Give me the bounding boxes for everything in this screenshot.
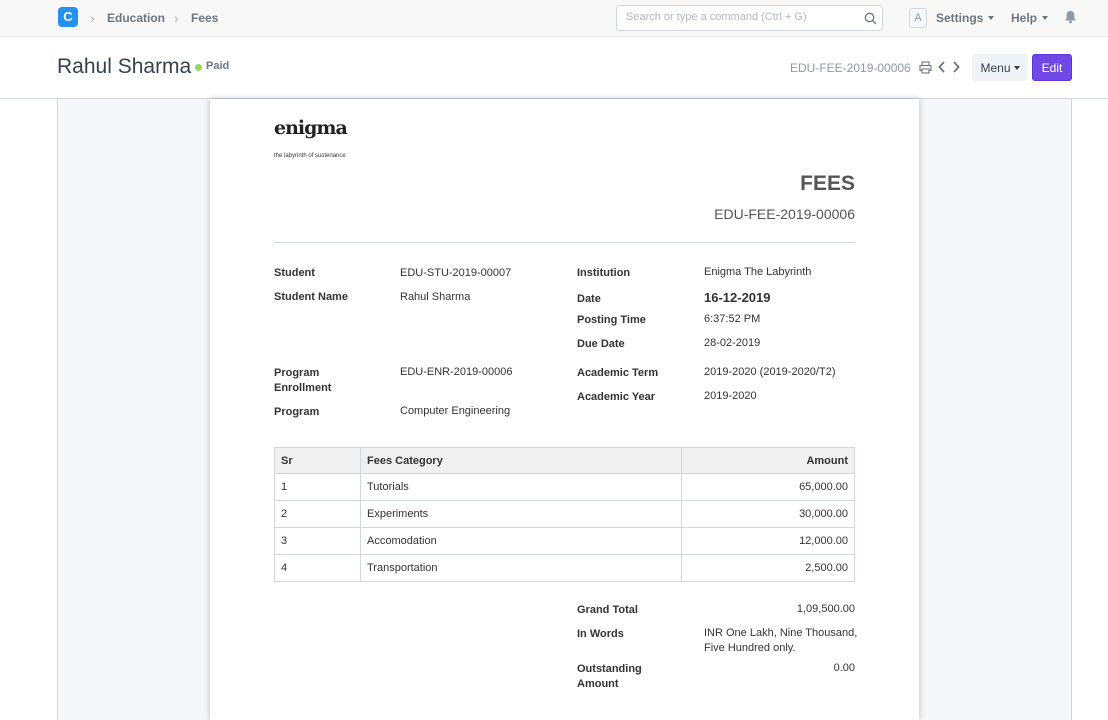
outstanding-amount-value: 0.00 <box>833 662 855 674</box>
due-date-value: 28-02-2019 <box>704 337 761 349</box>
program-value: Computer Engineering <box>400 405 511 417</box>
print-icon[interactable] <box>919 61 932 74</box>
settings-dropdown[interactable]: Settings <box>936 11 995 25</box>
student-name-value: Rahul Sharma <box>400 291 471 303</box>
document-number: EDU-FEE-2019-00006 <box>714 206 855 222</box>
program-enrollment-label-line1: Program <box>274 367 320 379</box>
grand-total-value: 1,09,500.00 <box>796 603 855 615</box>
table-row: 1 Tutorials 65,000.00 <box>274 473 855 501</box>
table-header-row: Sr Fees Category Amount <box>274 447 855 474</box>
search-icon[interactable] <box>864 12 877 25</box>
academic-year-label: Academic Year <box>577 391 656 403</box>
academic-term-label: Academic Term <box>577 367 659 379</box>
column-header-fees-category: Fees Category <box>360 447 682 474</box>
cell-amount: 65,000.00 <box>681 473 855 501</box>
cell-fees-category: Transportation <box>360 554 682 582</box>
institution-value: Enigma The Labyrinth <box>704 266 812 278</box>
settings-label: Settings <box>936 11 984 25</box>
help-label: Help <box>1011 11 1038 25</box>
breadcrumb-separator-icon: › <box>90 10 95 26</box>
page-head: Rahul Sharma Paid EDU-FEE-2019-00006 Men… <box>0 37 1108 99</box>
student-label: Student <box>274 267 315 279</box>
chevron-right-icon[interactable] <box>951 60 961 74</box>
fees-table: Sr Fees Category Amount 1 Tutorials 65,0… <box>274 447 855 582</box>
document-heading: FEES <box>800 172 855 195</box>
cell-sr: 1 <box>274 473 361 501</box>
outstanding-label-line2: Amount <box>577 678 619 690</box>
table-row: 3 Accomodation 12,000.00 <box>274 527 855 555</box>
date-label: Date <box>577 293 601 305</box>
grand-total-label: Grand Total <box>577 604 638 616</box>
top-navbar: C › Education › Fees A Settings Help <box>0 0 1108 37</box>
edit-button[interactable]: Edit <box>1032 54 1072 81</box>
academic-term-value: 2019-2020 (2019-2020/T2) <box>704 366 836 378</box>
institution-label: Institution <box>577 267 631 279</box>
chevron-down-icon <box>988 16 995 20</box>
in-words-line1: INR One Lakh, Nine Thousand, <box>704 627 858 639</box>
column-header-amount: Amount <box>681 447 855 474</box>
print-sheet: enigma the labyrinth of sustenance FEES … <box>210 99 919 720</box>
status-indicator-icon <box>195 64 202 71</box>
date-value: 16-12-2019 <box>704 290 771 305</box>
breadcrumb-education[interactable]: Education <box>107 11 165 25</box>
company-logo: enigma <box>274 117 348 139</box>
outstanding-amount-label: Outstanding Amount <box>577 662 642 692</box>
menu-button[interactable]: Menu <box>972 54 1028 81</box>
cell-sr: 3 <box>274 527 361 555</box>
cell-amount: 12,000.00 <box>681 527 855 555</box>
cell-fees-category: Tutorials <box>360 473 682 501</box>
user-avatar[interactable]: A <box>909 8 927 28</box>
chevron-down-icon <box>1042 16 1049 20</box>
menu-button-label: Menu <box>980 60 1011 75</box>
program-enrollment-label: Program Enrollment <box>274 366 331 396</box>
in-words-line2: Five Hundred only. <box>704 642 796 654</box>
cell-amount: 30,000.00 <box>681 500 855 528</box>
table-row: 4 Transportation 2,500.00 <box>274 554 855 582</box>
program-enrollment-value: EDU-ENR-2019-00006 <box>400 366 513 378</box>
in-words-value: INR One Lakh, Nine Thousand, Five Hundre… <box>704 626 857 656</box>
posting-time-value: 6:37:52 PM <box>704 313 761 325</box>
search-box[interactable] <box>616 5 883 31</box>
help-dropdown[interactable]: Help <box>1011 11 1049 25</box>
notification-bell-icon[interactable] <box>1064 10 1077 24</box>
cell-sr: 4 <box>274 554 361 582</box>
posting-time-label: Posting Time <box>577 314 646 326</box>
chevron-left-icon[interactable] <box>937 60 947 74</box>
cell-amount: 2,500.00 <box>681 554 855 582</box>
breadcrumb-fees[interactable]: Fees <box>191 11 218 25</box>
document-id: EDU-FEE-2019-00006 <box>790 61 911 75</box>
student-name-label: Student Name <box>274 291 348 303</box>
column-header-sr: Sr <box>274 447 361 474</box>
outstanding-label-line1: Outstanding <box>577 663 642 675</box>
app-logo[interactable]: C <box>58 7 78 27</box>
program-enrollment-label-line2: Enrollment <box>274 382 332 394</box>
breadcrumb-separator-icon: › <box>174 10 179 26</box>
search-input[interactable] <box>626 11 856 23</box>
divider <box>274 242 855 243</box>
table-row: 2 Experiments 30,000.00 <box>274 500 855 528</box>
in-words-label: In Words <box>577 628 624 640</box>
cell-fees-category: Accomodation <box>360 527 682 555</box>
student-value: EDU-STU-2019-00007 <box>400 267 512 279</box>
print-preview-area: enigma the labyrinth of sustenance FEES … <box>57 99 1072 720</box>
cell-sr: 2 <box>274 500 361 528</box>
chevron-down-icon <box>1013 65 1020 70</box>
academic-year-value: 2019-2020 <box>704 390 757 402</box>
due-date-label: Due Date <box>577 338 625 350</box>
cell-fees-category: Experiments <box>360 500 682 528</box>
status-badge: Paid <box>206 60 230 72</box>
company-tagline: the labyrinth of sustenance <box>274 153 346 159</box>
program-label: Program <box>274 406 320 418</box>
page-title: Rahul Sharma <box>57 55 192 78</box>
